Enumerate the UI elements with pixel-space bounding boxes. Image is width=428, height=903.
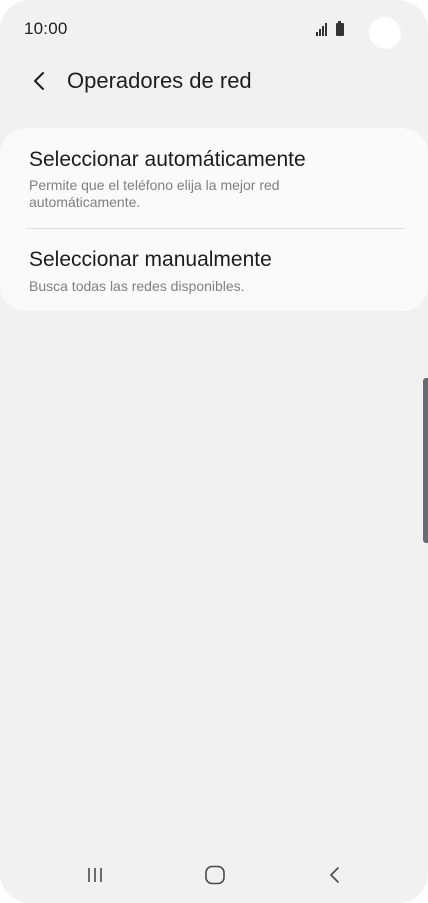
status-bar: 10:00 <box>0 0 428 60</box>
chevron-left-icon <box>34 72 44 90</box>
battery-icon <box>335 21 344 36</box>
status-icons <box>316 20 344 36</box>
option-title: Seleccionar manualmente <box>29 248 272 271</box>
phone-screen: 10:00 Operadores de red Seleccionar auto… <box>0 0 428 903</box>
home-button[interactable] <box>193 858 237 892</box>
back-button[interactable] <box>22 64 56 98</box>
navigation-bar <box>0 850 428 900</box>
network-options-card: Seleccionar automáticamente Permite que … <box>0 128 428 311</box>
option-subtitle: Permite que el teléfono elija la mejor r… <box>29 177 280 210</box>
status-time: 10:00 <box>24 19 68 38</box>
recents-button[interactable] <box>73 858 117 892</box>
home-icon <box>205 865 225 885</box>
signal-icon <box>316 23 327 36</box>
select-manually-option[interactable]: Seleccionar manualmente Busca todas las … <box>0 230 428 311</box>
option-title: Seleccionar automáticamente <box>29 148 306 171</box>
page-title: Operadores de red <box>67 68 252 93</box>
recents-icon <box>88 868 102 882</box>
edge-panel-handle[interactable] <box>423 378 428 543</box>
divider <box>26 228 404 229</box>
option-subtitle: Busca todas las redes disponibles. <box>29 278 245 294</box>
camera-cutout <box>369 17 401 49</box>
nav-back-icon <box>330 867 339 883</box>
nav-back-button[interactable] <box>313 858 357 892</box>
header: Operadores de red <box>0 58 428 104</box>
select-automatically-option[interactable]: Seleccionar automáticamente Permite que … <box>0 128 428 228</box>
